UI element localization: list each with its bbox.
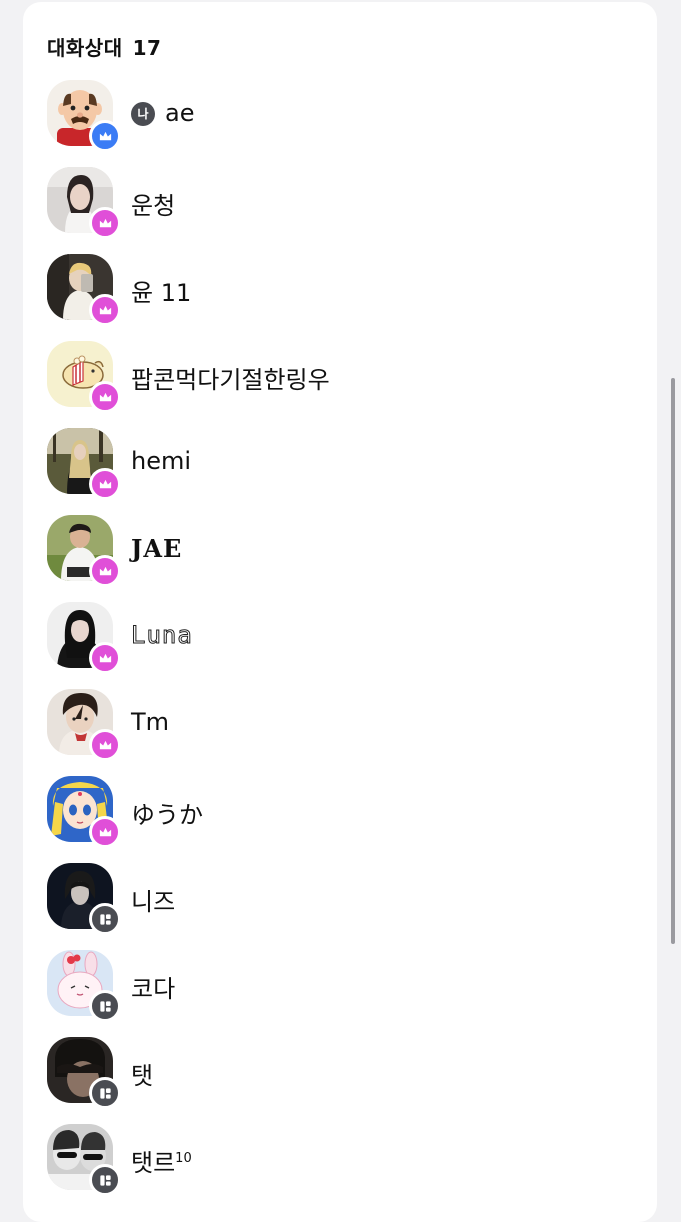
list-item[interactable]: 탯르10 [47,1124,637,1196]
contact-name: Luna [131,621,193,650]
list-item[interactable]: 나 ae [47,80,637,152]
contact-name: 윤 11 [131,279,192,307]
list-item[interactable]: Luna [47,602,637,674]
crown-badge-icon [89,816,121,848]
me-tag: 나 [131,101,155,126]
contact-name-label: 탯르 [131,1149,176,1177]
crown-badge-icon [89,642,121,674]
contact-name: Tm [131,708,170,736]
contact-name: 운청 [131,192,176,220]
tile-badge-icon [89,903,121,935]
contact-name-superscript: 10 [175,1151,192,1166]
contact-name: ゆうか [131,801,203,829]
contact-name-label: ae [165,99,195,127]
contact-name: 니즈 [131,888,176,916]
list-item[interactable]: 윤 11 [47,254,637,326]
contact-name: JAE [131,534,183,563]
list-item[interactable]: JAE [47,515,637,587]
crown-badge-icon [89,120,121,152]
list-item[interactable]: ゆうか [47,776,637,848]
contact-name: 나 ae [131,99,194,127]
list-item[interactable]: hemi [47,428,637,500]
list-item[interactable]: 탯 [47,1037,637,1109]
tile-badge-icon [89,1164,121,1196]
contact-name: 탯 [131,1062,154,1090]
list-item[interactable]: Tm [47,689,637,761]
list-item[interactable]: 코다 [47,950,637,1022]
tile-badge-icon [89,990,121,1022]
scrollbar[interactable] [671,378,675,944]
contact-name: 탯르10 [131,1143,192,1178]
contact-name: 코다 [131,975,176,1003]
list-item[interactable]: 니즈 [47,863,637,935]
participants-card: 대화상대 17 나 ae 운청 윤 11 팝콘먹다기절한링우 hemi JAE … [23,2,657,1222]
tile-badge-icon [89,1077,121,1109]
contact-name: hemi [131,447,192,475]
list-item[interactable]: 팝콘먹다기절한링우 [47,341,637,413]
crown-badge-icon [89,381,121,413]
crown-badge-icon [89,207,121,239]
participants-count: 17 [132,36,162,60]
contact-name: 팝콘먹다기절한링우 [131,366,330,394]
crown-badge-icon [89,555,121,587]
participants-header: 대화상대 17 [47,32,161,61]
list-item[interactable]: 운청 [47,167,637,239]
crown-badge-icon [89,294,121,326]
participants-title: 대화상대 [47,36,123,60]
crown-badge-icon [89,468,121,500]
crown-badge-icon [89,729,121,761]
